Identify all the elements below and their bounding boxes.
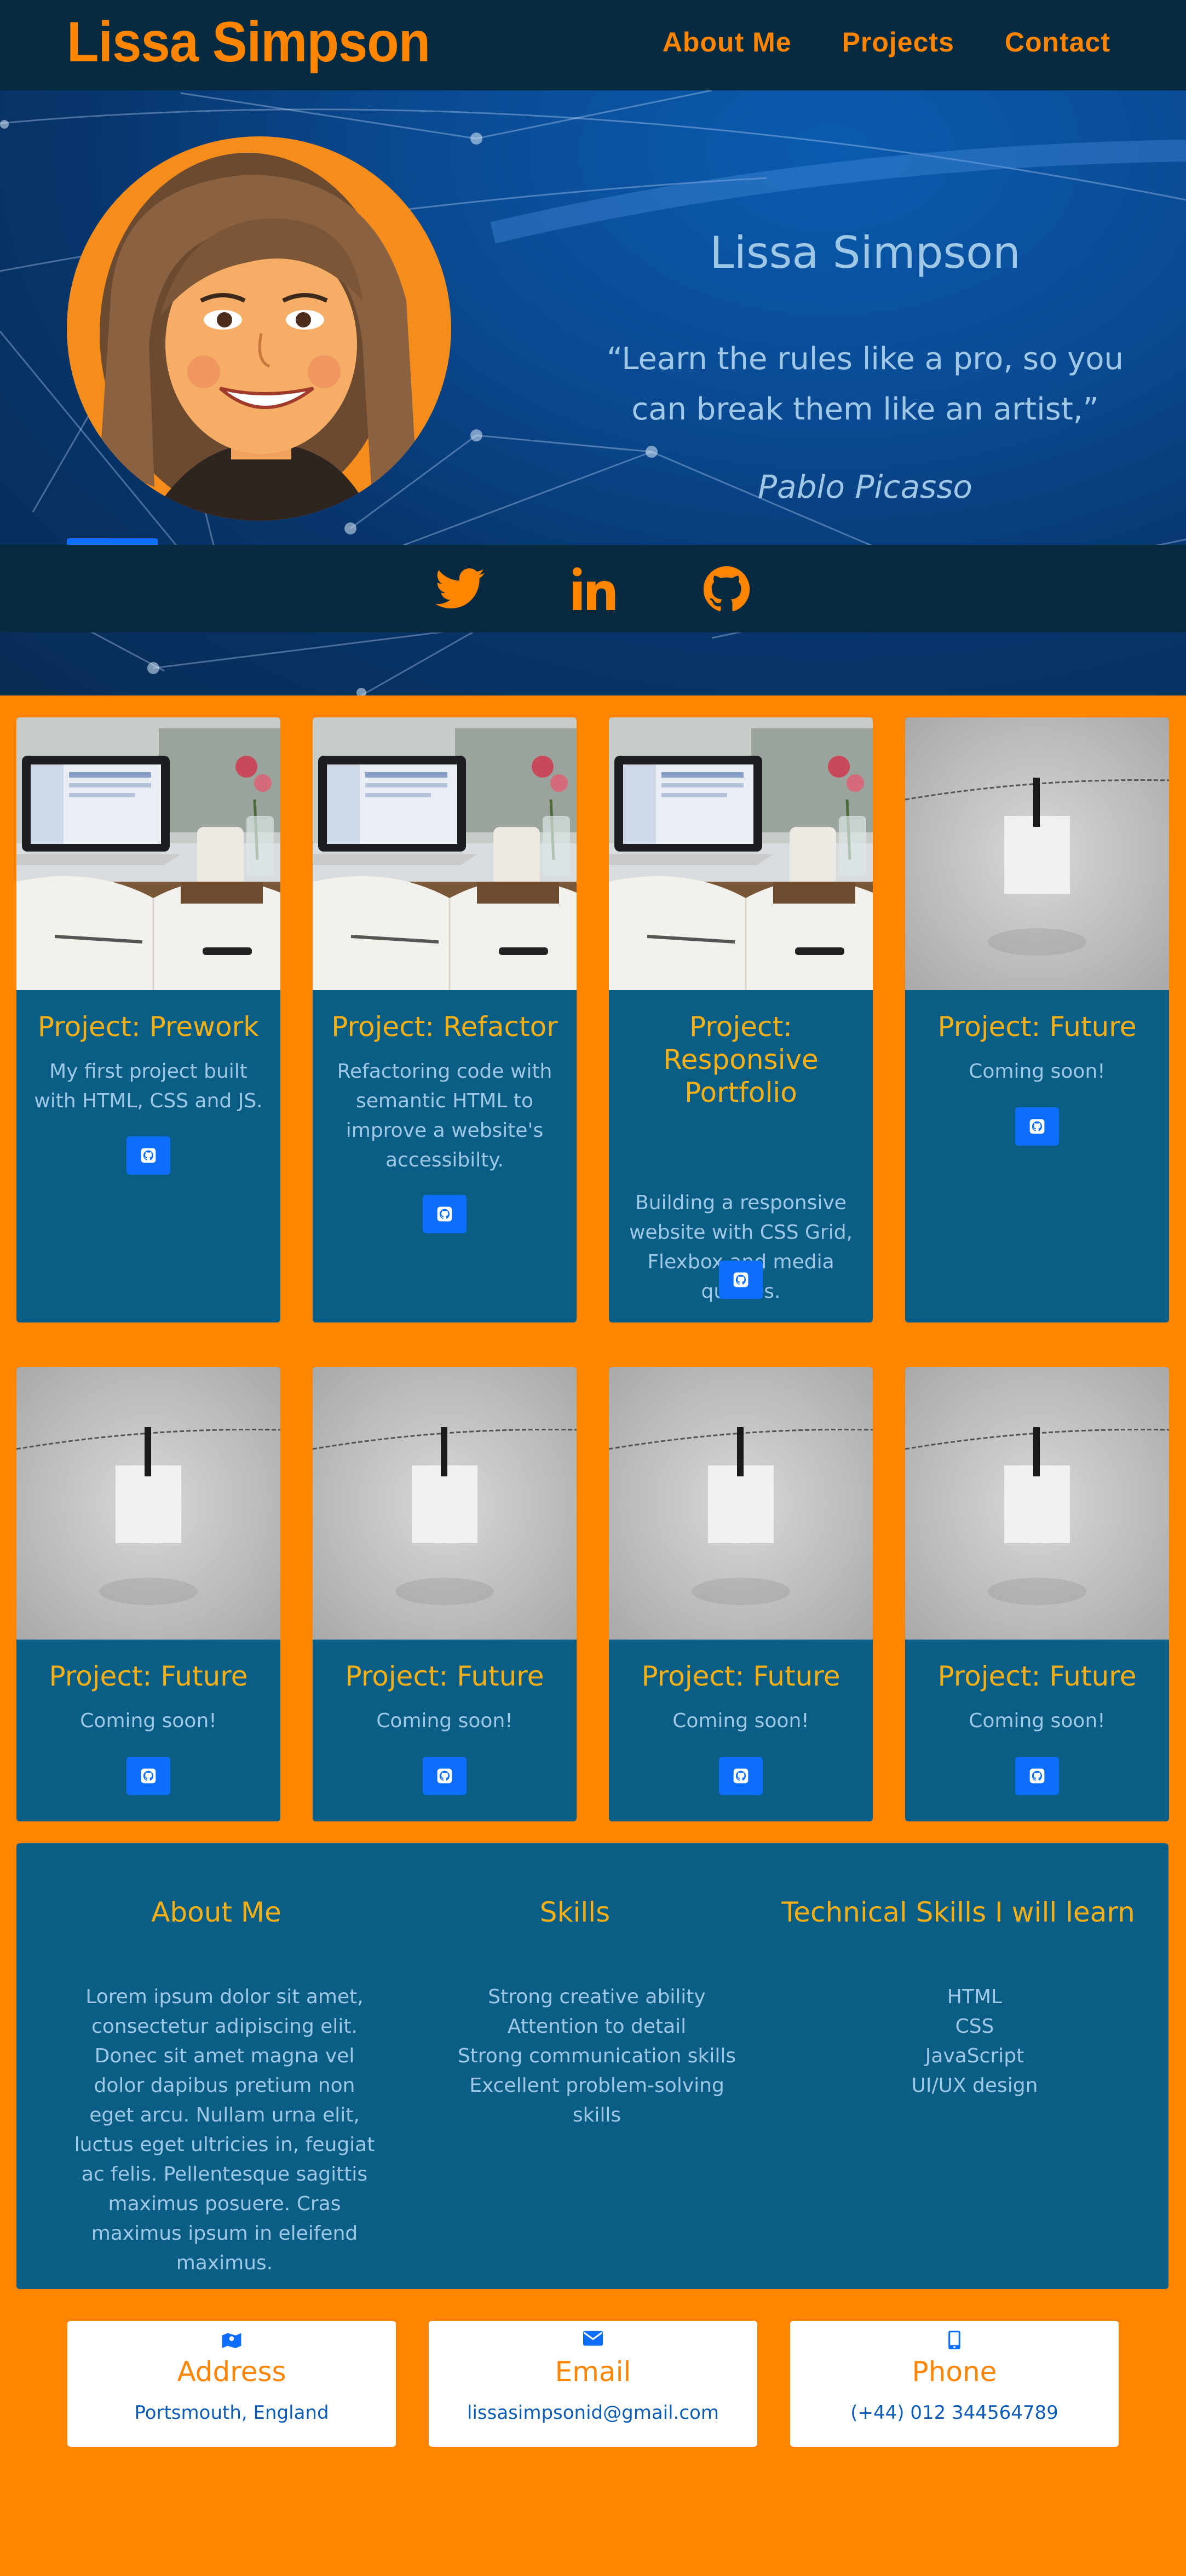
address-value: Portsmouth, England — [134, 2402, 329, 2424]
project-thumbnail-placeholder — [609, 1367, 873, 1640]
project-title: Project: Responsive Portfolio — [663, 1011, 819, 1108]
about-text: Lorem ipsum dolor sit amet, consectetur … — [74, 1986, 375, 2274]
github-repo-button[interactable] — [126, 1136, 170, 1175]
nav-link-about[interactable]: About Me — [663, 26, 792, 58]
github-repo-button[interactable] — [126, 1757, 170, 1795]
github-repo-button[interactable] — [423, 1195, 467, 1233]
social-bar — [0, 545, 1186, 633]
email-label: Email — [555, 2356, 631, 2388]
top-nav: Lissa Simpson About Me Projects Contact — [0, 0, 1186, 90]
project-card: Project: Future Coming soon! — [16, 1367, 280, 1821]
project-description: Coming soon! — [672, 1710, 809, 1732]
github-repo-button[interactable] — [423, 1757, 467, 1795]
github-icon — [1029, 1768, 1045, 1784]
project-description: Coming soon! — [969, 1060, 1106, 1083]
map-icon — [67, 2331, 396, 2353]
project-description: Coming soon! — [969, 1710, 1106, 1732]
github-repo-button[interactable] — [1015, 1757, 1059, 1795]
phone-value: (+44) 012 344564789 — [850, 2402, 1058, 2424]
project-title: Project: Future — [937, 1011, 1137, 1043]
github-icon[interactable] — [696, 559, 757, 619]
skills-list: Strong creative ability Attention to det… — [449, 1982, 745, 2130]
github-repo-button[interactable] — [719, 1757, 763, 1795]
learn-list: HTML CSS JavaScript UI/UX design — [838, 1982, 1112, 2101]
project-description: Coming soon! — [80, 1710, 217, 1732]
brand-logo[interactable]: Lissa Simpson — [67, 10, 430, 75]
project-title: Project: Future — [937, 1660, 1137, 1692]
hero-accent-bar — [67, 538, 158, 545]
profile-avatar — [67, 136, 451, 521]
skill-item: Excellent problem-solving skills — [469, 2074, 724, 2126]
hero-quote: “Learn the rules like a pro, so you can … — [606, 341, 1124, 427]
envelope-icon — [429, 2331, 757, 2353]
nav-link-projects[interactable]: Projects — [842, 26, 954, 58]
twitter-icon[interactable] — [430, 559, 490, 619]
project-thumbnail-placeholder — [905, 717, 1169, 990]
project-thumbnail-placeholder — [16, 1367, 280, 1640]
github-icon — [1029, 1119, 1045, 1134]
phone-label: Phone — [912, 2356, 997, 2388]
github-icon — [141, 1768, 156, 1784]
github-repo-button[interactable] — [1015, 1107, 1059, 1146]
learn-item: HTML — [947, 1986, 1003, 2008]
learn-item: UI/UX design — [911, 2074, 1038, 2097]
project-thumbnail-placeholder — [313, 1367, 577, 1640]
hero-name: Lissa Simpson — [710, 227, 1021, 278]
project-card: Project: Future Coming soon! — [905, 1367, 1169, 1821]
project-title: Project: Future — [345, 1660, 544, 1692]
skill-item: Attention to detail — [507, 2015, 687, 2038]
project-thumbnail-laptop — [313, 717, 577, 990]
mobile-phone-icon — [790, 2331, 1119, 2353]
github-icon — [733, 1768, 749, 1784]
project-title: Project: Future — [641, 1660, 840, 1692]
about-heading: About Me — [151, 1896, 281, 1928]
contact-address-card: Address Portsmouth, England — [67, 2321, 396, 2447]
project-thumbnail-laptop — [16, 717, 280, 990]
skill-item: Strong creative ability — [488, 1986, 706, 2008]
project-description: My first project built with HTML, CSS an… — [34, 1060, 263, 1112]
learn-item: JavaScript — [925, 2045, 1024, 2067]
project-card: Project: Future Coming soon! — [905, 717, 1169, 1323]
nav-links: About Me Projects Contact — [663, 26, 1110, 58]
project-thumbnail-laptop — [609, 717, 873, 990]
project-thumbnail-placeholder — [905, 1367, 1169, 1640]
nav-link-contact[interactable]: Contact — [1005, 26, 1110, 58]
linkedin-icon[interactable] — [564, 559, 624, 619]
learn-heading: Technical Skills I will learn — [781, 1896, 1135, 1928]
address-label: Address — [177, 2356, 286, 2388]
project-card: Project: Responsive Portfolio Building a… — [609, 717, 873, 1323]
project-card: Project: Future Coming soon! — [313, 1367, 577, 1821]
github-icon — [733, 1272, 749, 1287]
project-title: Project: Refactor — [331, 1011, 558, 1043]
about-section: About Me Lorem ipsum dolor sit amet, con… — [16, 1843, 1168, 2289]
project-card: Project: Prework My first project built … — [16, 717, 280, 1323]
contact-email-card: Email lissasimpsonid@gmail.com — [429, 2321, 757, 2447]
email-value[interactable]: lissasimpsonid@gmail.com — [429, 2402, 757, 2424]
learn-item: CSS — [955, 2015, 994, 2038]
github-icon — [437, 1768, 452, 1784]
contact-phone-card: Phone (+44) 012 344564789 — [790, 2321, 1119, 2447]
skill-item: Strong communication skills — [457, 2045, 736, 2067]
github-icon — [141, 1148, 156, 1163]
github-icon — [437, 1206, 452, 1222]
project-card: Project: Future Coming soon! — [609, 1367, 873, 1821]
project-card: Project: Refactor Refactoring code with … — [313, 717, 577, 1323]
skills-heading: Skills — [539, 1896, 611, 1928]
project-description: Refactoring code with semantic HTML to i… — [337, 1060, 552, 1171]
project-title: Project: Prework — [37, 1011, 260, 1043]
project-title: Project: Future — [49, 1660, 248, 1692]
hero-section: Lissa Simpson “Learn the rules like a pr… — [0, 90, 1186, 695]
project-description: Coming soon! — [376, 1710, 513, 1732]
github-repo-button[interactable] — [719, 1261, 763, 1299]
hero-quote-author: Pablo Picasso — [758, 468, 972, 505]
